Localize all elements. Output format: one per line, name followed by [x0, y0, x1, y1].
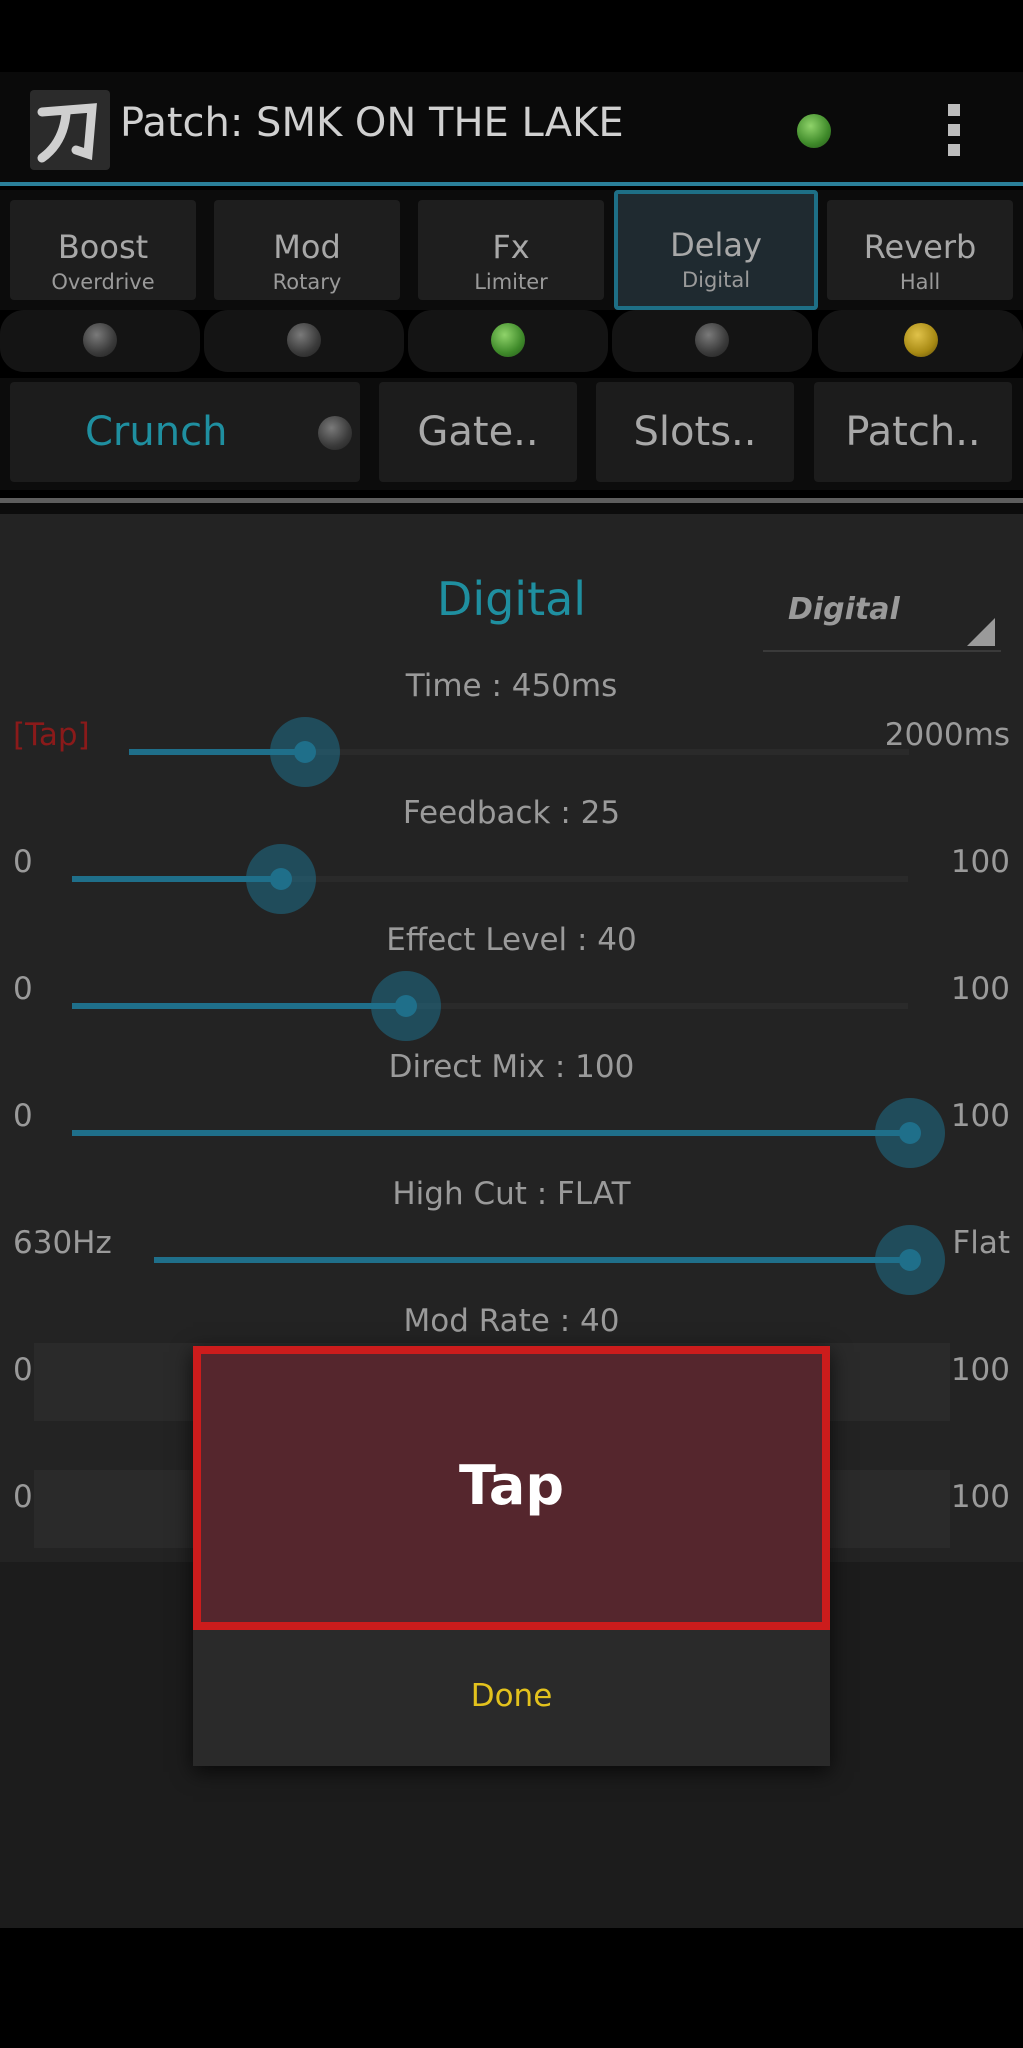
dropdown-arrow-icon: [967, 618, 995, 646]
tab-name: Reverb: [863, 228, 977, 266]
tab-subtitle: Limiter: [474, 270, 548, 294]
param-max-label: 2000ms: [884, 717, 1010, 753]
gate-button[interactable]: Gate..: [379, 382, 577, 482]
navigation-bar: [0, 1928, 1023, 2048]
slider-fill: [154, 1257, 910, 1263]
divider: [0, 498, 1023, 514]
param-feedback: Feedback : 25 0 100: [0, 795, 1023, 922]
led-off-icon: [695, 323, 729, 357]
param-min-label: 0: [13, 971, 33, 1007]
tap-button-label: Tap: [459, 1454, 564, 1517]
type-dropdown-value: Digital: [788, 592, 900, 627]
led-off-icon: [287, 323, 321, 357]
param-min-label: 0: [13, 1098, 33, 1134]
patch-button[interactable]: Patch..: [814, 382, 1012, 482]
param-title: Feedback : 25: [402, 795, 621, 831]
led-toggle-delay[interactable]: [612, 310, 812, 372]
slider-thumb[interactable]: [899, 1122, 921, 1144]
done-button-label: Done: [470, 1678, 553, 1714]
led-toggle-fx[interactable]: [408, 310, 608, 372]
crunch-led-icon: [318, 416, 352, 450]
app-logo[interactable]: [30, 90, 110, 170]
patch-title: Patch: SMK ON THE LAKE: [120, 100, 624, 146]
param-min-label: 0: [13, 1479, 33, 1515]
param-title: Effect Level : 40: [386, 922, 637, 958]
action-bar: Patch: SMK ON THE LAKE: [0, 72, 1023, 186]
param-min-label: 0: [13, 1352, 33, 1388]
tab-subtitle: Rotary: [272, 270, 342, 294]
param-max-label: 100: [950, 971, 1010, 1007]
tab-mod[interactable]: Mod Rotary: [214, 200, 400, 300]
slider-thumb[interactable]: [899, 1249, 921, 1271]
param-max-label: 100: [950, 844, 1010, 880]
param-high-cut: High Cut : FLAT 630Hz Flat: [0, 1176, 1023, 1303]
tap-dialog: Tap Done: [193, 1346, 830, 1766]
slider-fill: [72, 1003, 406, 1009]
connection-led-icon: [797, 114, 831, 148]
crunch-label: Crunch: [85, 409, 228, 455]
slider-thumb[interactable]: [395, 995, 417, 1017]
overflow-menu-icon[interactable]: [942, 104, 966, 160]
param-time: Time : 450ms [Tap] 2000ms: [0, 668, 1023, 795]
direct-mix-slider[interactable]: [72, 1098, 945, 1168]
done-button[interactable]: Done: [193, 1630, 830, 1766]
param-max-label: 100: [950, 1479, 1010, 1515]
tab-name: Fx: [492, 228, 530, 266]
tab-delay[interactable]: Delay Digital: [614, 190, 818, 310]
effect-led-row: [0, 310, 1023, 376]
function-button-row: Crunch Gate.. Slots.. Patch..: [0, 378, 1023, 490]
status-bar: [0, 0, 1023, 72]
tap-link[interactable]: [Tap]: [13, 717, 90, 753]
param-title: Mod Rate : 40: [403, 1303, 620, 1339]
tab-name: Delay: [670, 226, 762, 264]
high-cut-slider[interactable]: [154, 1225, 945, 1295]
param-title: Direct Mix : 100: [388, 1049, 635, 1085]
param-effect-level: Effect Level : 40 0 100: [0, 922, 1023, 1049]
slider-thumb[interactable]: [294, 741, 316, 763]
type-dropdown[interactable]: Digital: [763, 554, 1001, 652]
feedback-slider[interactable]: [72, 844, 908, 914]
effect-tabs: Boost Overdrive Mod Rotary Fx Limiter De…: [0, 190, 1023, 310]
param-max-label: 100: [950, 1098, 1010, 1134]
led-toggle-reverb[interactable]: [818, 310, 1023, 372]
tab-reverb[interactable]: Reverb Hall: [827, 200, 1013, 300]
tab-name: Mod: [273, 228, 341, 266]
time-slider[interactable]: [129, 717, 909, 787]
crunch-button[interactable]: Crunch: [10, 382, 360, 482]
param-min-label: 630Hz: [13, 1225, 112, 1261]
tab-subtitle: Overdrive: [51, 270, 155, 294]
led-toggle-boost[interactable]: [0, 310, 200, 372]
slots-button[interactable]: Slots..: [596, 382, 794, 482]
param-direct-mix: Direct Mix : 100 0 100: [0, 1049, 1023, 1176]
param-min-label: 0: [13, 844, 33, 880]
param-max-label: Flat: [952, 1225, 1010, 1261]
effect-level-slider[interactable]: [72, 971, 908, 1041]
param-title: Time : 450ms: [405, 668, 618, 704]
tap-button[interactable]: Tap: [193, 1346, 830, 1630]
led-yellow-icon: [903, 323, 938, 357]
led-green-icon: [491, 323, 525, 357]
tab-fx[interactable]: Fx Limiter: [418, 200, 604, 300]
param-title: High Cut : FLAT: [392, 1176, 631, 1212]
led-off-icon: [83, 323, 117, 357]
slider-thumb[interactable]: [270, 868, 292, 890]
tab-subtitle: Hall: [899, 270, 941, 294]
tab-name: Boost: [57, 228, 149, 266]
tab-boost[interactable]: Boost Overdrive: [10, 200, 196, 300]
slider-fill: [72, 1130, 910, 1136]
param-max-label: 100: [950, 1352, 1010, 1388]
tab-subtitle: Digital: [681, 268, 751, 292]
led-toggle-mod[interactable]: [204, 310, 404, 372]
